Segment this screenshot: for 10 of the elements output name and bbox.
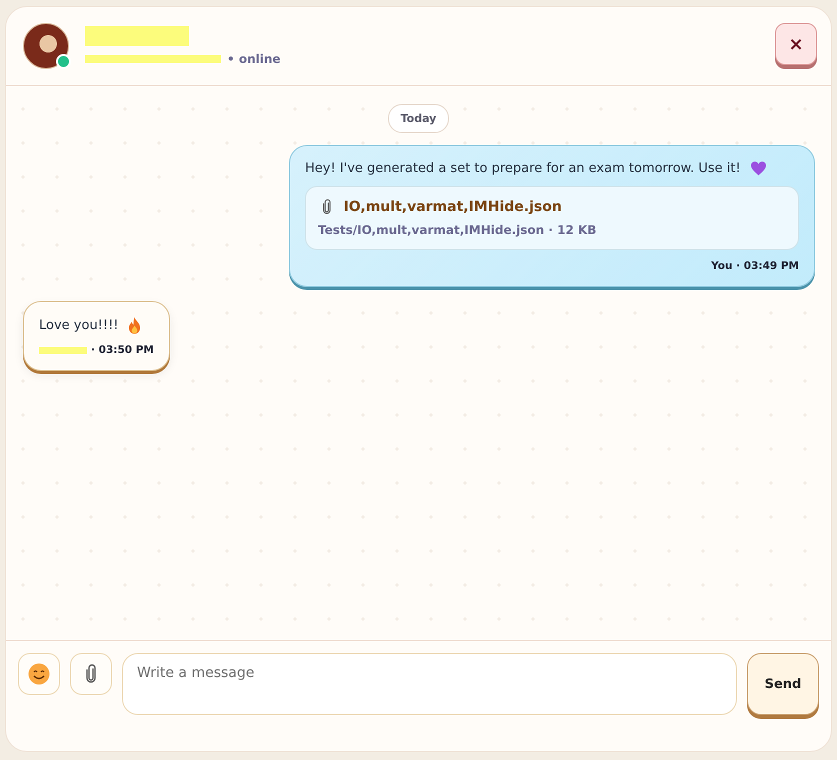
file-path: Tests/IO,mult,varmat,IMHide.json · 12 KB <box>318 223 598 237</box>
message-meta: You · 03:49 PM <box>711 260 799 272</box>
file-attachment[interactable]: IO,mult,varmat,IMHide.json Tests/IO,mult,varmat,IMHide.json · 12 KB <box>305 186 799 250</box>
message-text: Hey! I've generated a set to prepare for an exam tomorrow. Use it! <box>305 161 741 176</box>
date-divider: Today <box>388 104 450 133</box>
message-input[interactable]: Write a message <box>122 653 737 715</box>
file-name: IO,mult,varmat,IMHide.json <box>344 199 562 215</box>
status-text: • online <box>227 52 281 66</box>
message-meta: · 03:50 PM <box>91 344 154 356</box>
message-text: Love you!!!! <box>39 318 119 333</box>
